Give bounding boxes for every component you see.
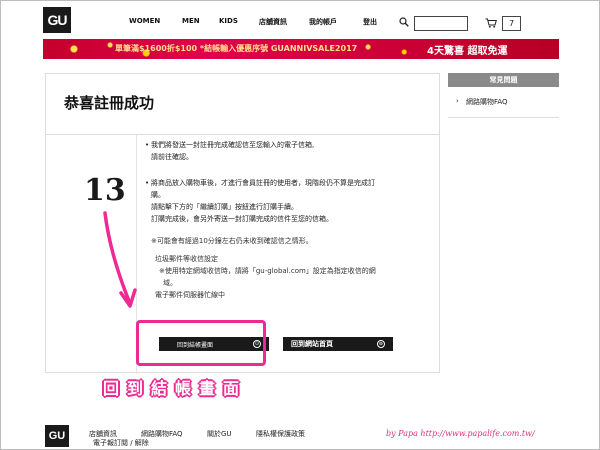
sidebar-divider: [448, 117, 559, 118]
banner-text: 單筆滿$1600折$100 *結帳輸入優惠序號 GUANNIVSALE2017: [115, 44, 358, 53]
message-paragraph-1: 我們將發送一封註冊完成確認信至您輸入的電子信箱, 請前往確認。: [145, 139, 431, 163]
sidebar-item-label: 網路購物FAQ: [466, 98, 508, 106]
text-line: 將商品放入購物車後，才進行會員註冊的使用者，現階段仍不算是完成訂: [151, 179, 375, 187]
nav-men[interactable]: MEN: [182, 17, 200, 25]
faq-sidebar: 常見問題 › 網路購物FAQ: [448, 73, 559, 373]
sidebar-item-faq[interactable]: › 網路購物FAQ: [448, 97, 559, 107]
gu-logo[interactable]: GU: [43, 7, 71, 33]
cart-count[interactable]: 7: [502, 16, 521, 31]
back-to-home-button[interactable]: 回到網站首頁 ⊙: [283, 337, 393, 351]
message-paragraph-2: 將商品放入購物車後，才進行會員註冊的使用者，現階段仍不算是完成訂 購。 請點擊下…: [145, 177, 431, 225]
note-line: ※使用特定網域收信時，請將「gu-global.com」設定為指定收信的網: [159, 267, 376, 275]
message-content: 我們將發送一封註冊完成確認信至您輸入的電子信箱, 請前往確認。 將商品放入購物車…: [145, 139, 431, 301]
nav-logout[interactable]: 登出: [363, 17, 377, 27]
page-title: 恭喜註冊成功: [64, 94, 155, 112]
promo-banner[interactable]: 單筆滿$1600折$100 *結帳輸入優惠序號 GUANNIVSALE2017 …: [43, 39, 559, 59]
chevron-right-icon: ›: [456, 97, 459, 105]
note-line: 域。: [163, 279, 177, 287]
site-header: GU WOMEN MEN KIDS 店舖資訊 我的帳戶 登出 7: [1, 1, 599, 39]
note-line: ※可能會有經過10分鐘左右仍未收到確認信之情形。: [151, 237, 313, 245]
title-divider: [46, 134, 439, 135]
text-line: 購。: [151, 191, 165, 199]
text-line: 我們將發送一封註冊完成確認信至您輸入的電子信箱,: [151, 141, 315, 149]
footer-gu-logo[interactable]: GU: [45, 425, 69, 447]
footer-link-newsletter[interactable]: 電子報訂閱 / 解除: [93, 438, 149, 448]
text-line: 請點擊下方的「繼續訂購」按鈕進行訂購手續。: [151, 203, 298, 211]
footer-link-privacy[interactable]: 隱私權保護政策: [256, 429, 305, 439]
nav-my-account[interactable]: 我的帳戶: [309, 17, 337, 27]
arrow-circle-icon: ⊙: [377, 340, 385, 348]
annotation-caption: 回到結帳畫面: [103, 379, 248, 398]
text-line: 請前往確認。: [151, 153, 193, 161]
nav-kids[interactable]: KIDS: [219, 17, 238, 25]
highlight-box: [136, 320, 266, 366]
note-line: 電子郵件伺服器忙線中: [155, 291, 225, 299]
cart-icon[interactable]: [485, 18, 497, 28]
footer-link-about[interactable]: 關於GU: [207, 429, 232, 439]
banner-right-text: 4天驚喜 超取免運: [427, 46, 508, 57]
text-line: 訂購完成後，會另外寄送一封訂購完成的信件至您的信箱。: [151, 215, 333, 223]
browser-page: GU WOMEN MEN KIDS 店舖資訊 我的帳戶 登出 7 單筆滿$160…: [0, 0, 600, 450]
note-line: 垃圾郵件等收信設定: [155, 255, 218, 263]
nav-store-info[interactable]: 店舖資訊: [259, 17, 287, 27]
nav-women[interactable]: WOMEN: [129, 17, 160, 25]
sidebar-heading: 常見問題: [448, 73, 559, 87]
search-input[interactable]: [414, 16, 468, 31]
back-to-home-label: 回到網站首頁: [291, 340, 333, 348]
photo-credit: by Papa http://www.papalife.com.tw/: [386, 429, 535, 438]
note-block: ※可能會有經過10分鐘左右仍未收到確認信之情形。 垃圾郵件等收信設定 ※使用特定…: [151, 235, 431, 301]
step-number: 13: [84, 173, 126, 208]
search-icon[interactable]: [399, 17, 409, 27]
